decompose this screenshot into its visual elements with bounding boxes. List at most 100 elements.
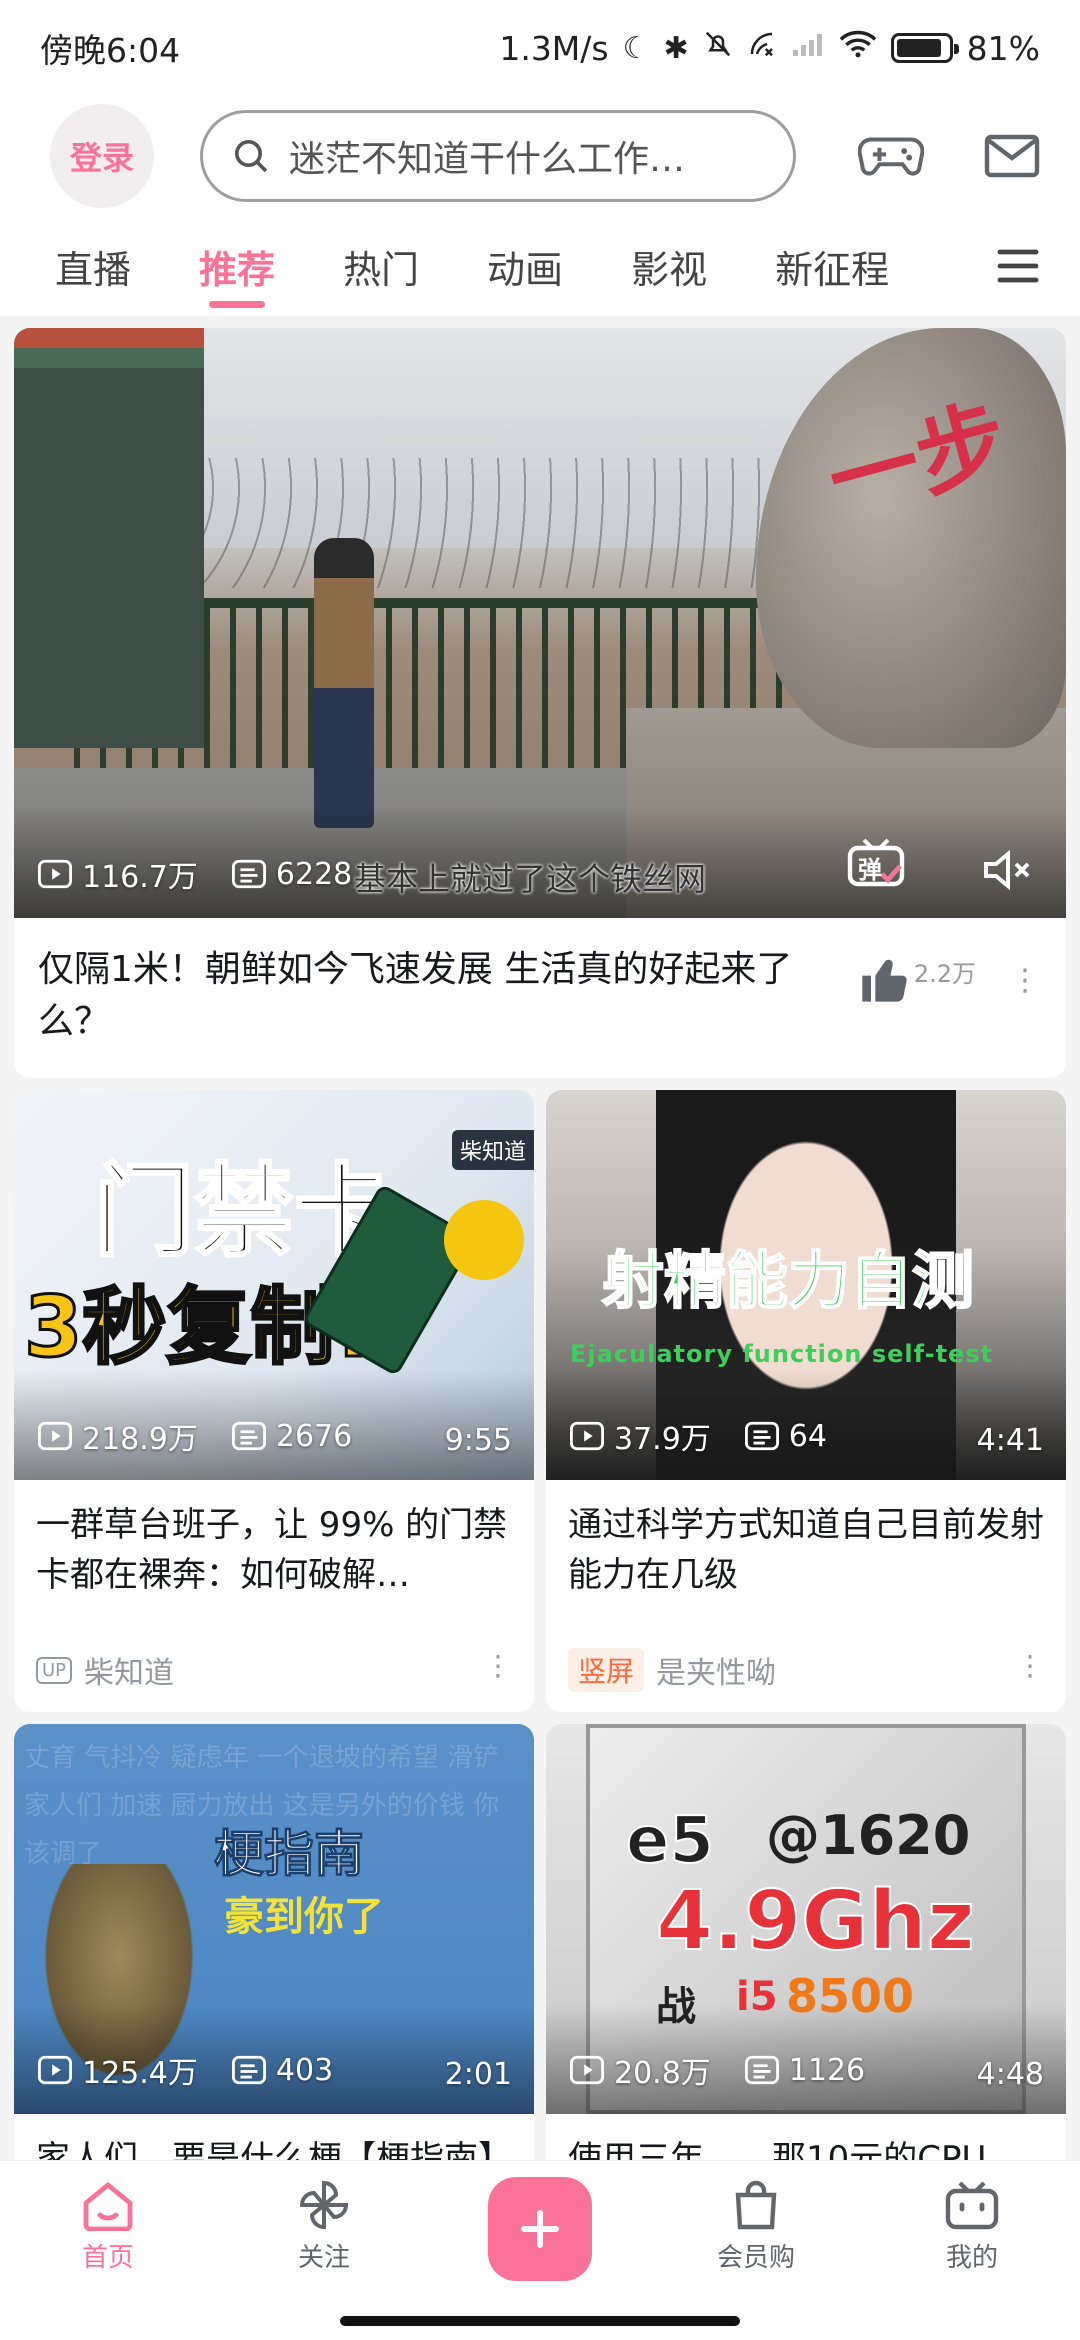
thumb-headline: 射精能力自测 [601,1243,975,1318]
home-icon [83,2181,133,2231]
video-card[interactable]: 门禁卡 3秒复制! 柴知道 218.9万 2676 9:55 一群草台班子，让 … [14,1090,534,1712]
thumb-corner-label: 柴知道 [451,1130,534,1170]
play-count-icon [570,1421,604,1451]
play-count-icon [38,859,72,889]
danmaku-count: 1126 [788,2052,866,2088]
video-feed: 一步 116.7万 6228 基本上就过了这个铁丝网 弹 仅隔1米！朝鲜如今飞速… [0,316,1080,2160]
publish-button[interactable] [488,2177,592,2281]
nav-follow[interactable]: 关注 [254,2179,394,2274]
hotspot-off-icon [747,29,777,67]
bell-off-icon [703,29,733,67]
tab-film[interactable]: 影视 [631,216,707,316]
nav-shop[interactable]: 会员购 [686,2179,826,2274]
home-indicator[interactable] [340,2316,740,2326]
battery-icon [890,33,959,63]
author-name[interactable]: 柴知道 [84,1648,174,1692]
net-speed: 1.3M/s [499,28,609,68]
play-count-icon [38,1421,72,1451]
video-subtitle: 基本上就过了这个铁丝网 [354,860,707,898]
signal-icon [791,31,825,66]
video-thumbnail[interactable]: e5 @1620 4.9Ghz 战 i5 8500 20.8万 1126 [546,1724,1066,2114]
tv-icon [945,2181,999,2230]
search-placeholder: 迷茫不知道干什么工作… [289,139,686,180]
video-thumbnail[interactable]: 射精能力自测 Ejaculatory function self-test 37… [546,1090,1066,1480]
danmaku-count: 6228 [275,856,353,892]
danmaku-count-icon [231,1421,266,1451]
moon-icon: ☾ [622,30,650,66]
video-grid: 门禁卡 3秒复制! 柴知道 218.9万 2676 9:55 一群草台班子，让 … [14,1090,1066,2160]
like-button[interactable]: 2.2万 [858,954,976,1006]
video-title[interactable]: 通过科学方式知道自己目前发射能力在几级 [568,1500,1044,1600]
search-icon [235,140,268,173]
video-thumbnail[interactable]: 丈育 气抖冷 疑虑年 一个退坡的希望 滑铲 家人们 加速 厨力放出 这是另外的价… [14,1724,534,2114]
channel-tabs: 直播 推荐 热门 动画 影视 新征程 [0,216,1080,316]
plus-icon [521,2210,559,2248]
wifi-icon [839,30,877,66]
video-duration: 4:41 [976,1423,1044,1458]
tab-anime[interactable]: 动画 [487,216,563,316]
more-options-icon[interactable]: ⋮ [1010,966,1040,996]
top-header: 登录 迷茫不知道干什么工作… [0,96,1080,216]
video-title[interactable]: 使用三年……那10元的CPU，好了我…… [568,2134,1044,2160]
like-count: 2.2万 [913,960,976,988]
video-duration: 9:55 [444,1423,512,1458]
danmaku-count-icon [231,2055,266,2085]
thumb-subheadline: Ejaculatory function self-test [570,1340,994,1368]
featured-video-card[interactable]: 一步 116.7万 6228 基本上就过了这个铁丝网 弹 仅隔1米！朝鲜如今飞速… [14,328,1066,1078]
video-title[interactable]: 家人们，要是什么梗【梗指南】 [36,2134,512,2160]
nav-profile-label: 我的 [945,2243,998,2273]
up-badge: UP [36,1656,73,1684]
battery-percent: 81% [966,28,1040,68]
danmaku-count-icon [744,1421,779,1451]
nav-home[interactable]: 首页 [38,2179,178,2274]
nav-follow-label: 关注 [297,2243,350,2273]
hamburger-menu-icon[interactable] [996,246,1040,286]
vertical-video-badge: 竖屏 [568,1648,645,1692]
tab-live[interactable]: 直播 [55,216,131,316]
thumb-text-model: e5 [625,1803,715,1879]
thumbs-up-icon [862,959,907,1002]
danmaku-count-icon [744,2055,779,2085]
video-duration: 4:48 [976,2057,1044,2092]
video-card[interactable]: e5 @1620 4.9Ghz 战 i5 8500 20.8万 1126 [546,1724,1066,2160]
view-count: 37.9万 [614,1422,711,1457]
more-options-icon[interactable]: ⋮ [484,1649,512,1682]
video-card[interactable]: 丈育 气抖冷 疑虑年 一个退坡的希望 滑铲 家人们 加速 厨力放出 这是另外的价… [14,1724,534,2160]
bluetooth-icon: ✱ [663,30,689,66]
bottom-navigation: 首页 关注 会员购 我的 [0,2160,1080,2340]
video-title[interactable]: 一群草台班子，让 99% 的门禁卡都在裸奔：如何破解… [36,1500,512,1600]
play-count-icon [570,2055,604,2085]
view-count: 20.8万 [614,2056,711,2091]
video-thumbnail[interactable]: 门禁卡 3秒复制! 柴知道 218.9万 2676 9:55 [14,1090,534,1480]
mail-icon[interactable] [984,134,1040,178]
view-count: 218.9万 [82,1422,198,1457]
view-count: 116.7万 [82,860,198,895]
view-count: 125.4万 [82,2056,198,2091]
nav-home-label: 首页 [81,2243,134,2273]
pinwheel-icon [299,2180,349,2230]
featured-title[interactable]: 仅隔1米！朝鲜如今飞速发展 生活真的好起来了么？ [38,944,838,1048]
more-options-icon[interactable]: ⋮ [1016,1649,1044,1682]
nav-profile[interactable]: 我的 [902,2179,1042,2274]
shopping-bag-icon [735,2180,777,2230]
thumb-text-freq: @1620 [766,1804,971,1867]
search-bar[interactable]: 迷茫不知道干什么工作… [200,110,796,202]
tab-new-journey[interactable]: 新征程 [775,216,889,316]
tab-hot[interactable]: 热门 [343,216,419,316]
thumb-headline: 梗指南 [214,1825,365,1884]
featured-thumbnail[interactable]: 一步 116.7万 6228 基本上就过了这个铁丝网 弹 [14,328,1066,918]
tab-recommend[interactable]: 推荐 [199,216,275,316]
danmaku-count: 2676 [275,1418,353,1454]
mute-icon[interactable] [980,848,1036,892]
author-name[interactable]: 是夹性呦 [656,1648,776,1692]
danmaku-count: 403 [275,2052,334,2088]
danmaku-toggle-button[interactable]: 弹 [846,836,906,892]
danmaku-count-icon [231,859,266,889]
gamepad-icon[interactable] [858,131,924,181]
video-card[interactable]: 射精能力自测 Ejaculatory function self-test 37… [546,1090,1066,1712]
login-button[interactable]: 登录 [50,104,154,208]
status-bar: 傍晚6:04 1.3M/s ☾ ✱ 81% [0,0,1080,96]
danmaku-button-label: 弹 [858,856,882,884]
nav-shop-label: 会员购 [716,2243,795,2273]
play-count-icon [38,2055,72,2085]
